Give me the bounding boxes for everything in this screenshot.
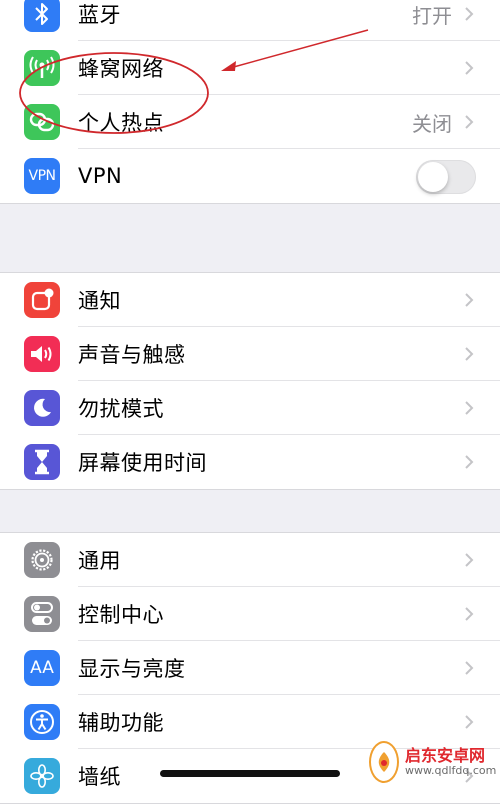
chevron-right-icon bbox=[465, 347, 474, 361]
row-label: 勿扰模式 bbox=[78, 397, 164, 421]
settings-group-connectivity: 蓝牙 打开 蜂窝网络 个人热点 关闭 VPN VPN bbox=[0, 0, 500, 204]
settings-row-hotspot[interactable]: 个人热点 关闭 bbox=[0, 95, 500, 149]
chevron-right-icon bbox=[465, 115, 474, 129]
watermark: 启东安卓网 www.qdlfdq.com bbox=[369, 740, 497, 784]
watermark-title: 启东安卓网 bbox=[405, 746, 486, 766]
cellular-antenna-icon bbox=[24, 50, 60, 86]
row-label: 控制中心 bbox=[78, 603, 164, 627]
settings-row-screentime[interactable]: 屏幕使用时间 bbox=[0, 435, 500, 489]
row-label: 辅助功能 bbox=[78, 711, 164, 735]
moon-icon bbox=[24, 390, 60, 426]
row-label: 显示与亮度 bbox=[78, 657, 186, 681]
settings-row-notifications[interactable]: 通知 bbox=[0, 273, 500, 327]
gear-icon bbox=[24, 542, 60, 578]
flower-icon bbox=[24, 758, 60, 794]
settings-row-general[interactable]: 通用 bbox=[0, 533, 500, 587]
vpn-icon-text: VPN bbox=[28, 168, 57, 184]
row-label: VPN bbox=[78, 164, 123, 188]
settings-row-cellular[interactable]: 蜂窝网络 bbox=[0, 41, 500, 95]
watermark-url: www.qdlfdq.com bbox=[405, 763, 497, 777]
hourglass-icon bbox=[24, 444, 60, 480]
vpn-toggle[interactable] bbox=[416, 160, 476, 194]
settings-row-control-center[interactable]: 控制中心 bbox=[0, 587, 500, 641]
row-label: 通知 bbox=[78, 289, 121, 313]
chevron-right-icon bbox=[465, 661, 474, 675]
accessibility-icon bbox=[24, 704, 60, 740]
chevron-right-icon bbox=[465, 715, 474, 729]
settings-row-dnd[interactable]: 勿扰模式 bbox=[0, 381, 500, 435]
display-icon-text: AA bbox=[30, 658, 54, 678]
chevron-right-icon bbox=[465, 553, 474, 567]
row-value: 打开 bbox=[412, 3, 452, 28]
row-label: 蜂窝网络 bbox=[78, 57, 164, 81]
chevron-right-icon bbox=[465, 61, 474, 75]
vpn-icon: VPN bbox=[24, 158, 60, 194]
chevron-right-icon bbox=[465, 455, 474, 469]
chevron-right-icon bbox=[465, 7, 474, 21]
settings-row-sounds[interactable]: 声音与触感 bbox=[0, 327, 500, 381]
settings-row-display[interactable]: AA 显示与亮度 bbox=[0, 641, 500, 695]
home-indicator[interactable] bbox=[160, 770, 340, 777]
row-label: 个人热点 bbox=[78, 111, 164, 135]
settings-group-notifications: 通知 声音与触感 勿扰模式 屏幕使用时间 bbox=[0, 272, 500, 490]
chevron-right-icon bbox=[465, 401, 474, 415]
row-label: 蓝牙 bbox=[78, 3, 121, 27]
row-label: 屏幕使用时间 bbox=[78, 451, 207, 475]
row-label: 声音与触感 bbox=[78, 343, 186, 367]
text-size-icon: AA bbox=[24, 650, 60, 686]
switches-icon bbox=[24, 596, 60, 632]
hotspot-link-icon bbox=[24, 104, 60, 140]
chevron-right-icon bbox=[465, 293, 474, 307]
notifications-icon bbox=[24, 282, 60, 318]
row-value: 关闭 bbox=[412, 111, 452, 136]
settings-row-vpn[interactable]: VPN VPN bbox=[0, 149, 500, 203]
watermark-logo-icon bbox=[369, 741, 399, 783]
bluetooth-icon bbox=[24, 0, 60, 32]
speaker-icon bbox=[24, 336, 60, 372]
toggle-knob bbox=[418, 162, 448, 192]
chevron-right-icon bbox=[465, 607, 474, 621]
row-label: 通用 bbox=[78, 549, 121, 573]
settings-row-bluetooth[interactable]: 蓝牙 打开 bbox=[0, 0, 500, 41]
